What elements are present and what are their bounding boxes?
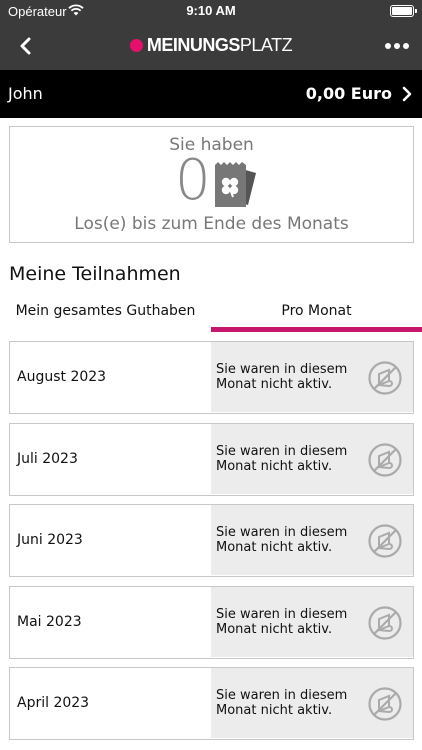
logo-text: MEINUNGSPLATZ: [146, 35, 293, 56]
tickets-intro: Sie haben: [169, 135, 254, 155]
month-status: Sie waren in diesem Monat nicht aktiv.: [211, 586, 413, 657]
month-status: Sie waren in diesem Monat nicht aktiv.: [211, 342, 413, 412]
logo-text-light: PLATZ: [239, 35, 293, 55]
more-dot: [394, 43, 400, 49]
more-button[interactable]: [382, 32, 412, 60]
logo-text-bold: MEINUNGS: [146, 35, 241, 55]
lottery-ticket-icon: [215, 162, 256, 207]
tab-total-balance[interactable]: Mein gesamtes Guthaben: [0, 290, 211, 332]
month-row[interactable]: April 2023 Sie waren in diesem Monat nic…: [9, 667, 414, 740]
more-dot: [403, 43, 409, 49]
inactive-icon: [368, 524, 402, 558]
inactive-icon: [368, 442, 402, 477]
tickets-outro: Los(e) bis zum Ende des Monats: [74, 214, 349, 234]
inactive-icon: [368, 687, 402, 721]
inactive-icon: [368, 605, 402, 640]
month-label: Juni 2023: [17, 532, 83, 548]
month-status: Sie waren in diesem Monat nicht aktiv.: [211, 423, 413, 494]
tab-bar: Mein gesamtes Guthaben Pro Monat: [0, 290, 422, 332]
month-status: Sie waren in diesem Monat nicht aktiv.: [211, 505, 413, 575]
section-title: Meine Teilnahmen: [9, 263, 181, 285]
month-row[interactable]: August 2023 Sie waren in diesem Monat ni…: [9, 341, 414, 414]
tickets-card: Sie haben 0 Los(e) bis zum Ende des Mona…: [9, 126, 414, 243]
tickets-count: 0: [175, 148, 211, 213]
battery-icon: [390, 5, 417, 17]
logo-dot: [129, 39, 143, 52]
month-label: Mai 2023: [17, 613, 82, 630]
month-status-text: Sie waren in diesem Monat nicht aktiv.: [216, 525, 348, 555]
active-tab-indicator: [211, 327, 422, 332]
user-bar[interactable]: John 0,00 Euro: [0, 70, 422, 118]
user-balance: 0,00 Euro: [305, 84, 392, 103]
status-bar: Opérateur 9:10 AM: [0, 0, 422, 22]
month-label: April 2023: [17, 695, 90, 711]
month-status-text: Sie waren in diesem Monat nicht aktiv.: [216, 362, 348, 392]
month-status-text: Sie waren in diesem Monat nicht aktiv.: [216, 688, 348, 718]
month-row[interactable]: Juni 2023 Sie waren in diesem Monat nich…: [9, 504, 414, 577]
brand-logo: MEINUNGSPLATZ: [0, 35, 422, 56]
month-label: August 2023: [17, 369, 107, 385]
month-status-text: Sie waren in diesem Monat nicht aktiv.: [216, 443, 348, 474]
month-list: August 2023 Sie waren in diesem Monat ni…: [9, 341, 414, 749]
nav-bar: MEINUNGSPLATZ: [0, 22, 422, 70]
month-row[interactable]: Juli 2023 Sie waren in diesem Monat nich…: [9, 422, 414, 496]
month-label: Juli 2023: [17, 450, 78, 467]
tab-per-month[interactable]: Pro Monat: [211, 290, 422, 332]
more-dot: [385, 43, 391, 49]
month-status-text: Sie waren in diesem Monat nicht aktiv.: [216, 606, 348, 637]
month-row[interactable]: Mai 2023 Sie waren in diesem Monat nicht…: [9, 585, 414, 659]
inactive-icon: [368, 361, 402, 395]
user-name: John: [8, 84, 43, 103]
chevron-right-icon: [402, 86, 412, 102]
clock: 9:10 AM: [186, 3, 236, 18]
month-status: Sie waren in diesem Monat nicht aktiv.: [211, 668, 413, 738]
